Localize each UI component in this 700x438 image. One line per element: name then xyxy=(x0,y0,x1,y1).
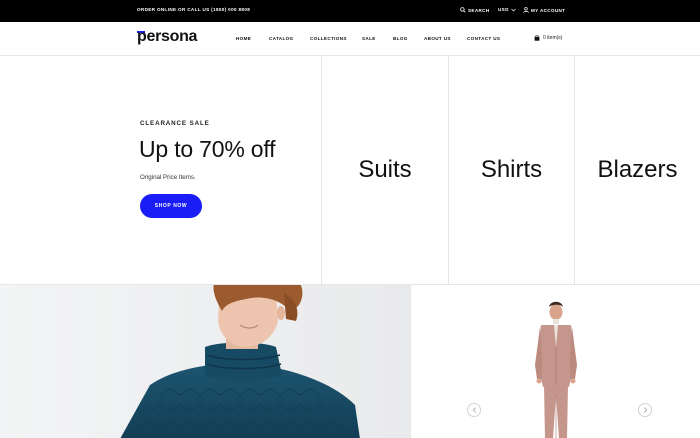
nav-blog[interactable]: BLOG xyxy=(393,36,408,41)
nav-sale[interactable]: SALE xyxy=(362,36,376,41)
slider-next-button[interactable] xyxy=(638,403,652,417)
model-turtleneck-image xyxy=(0,284,410,438)
hero-subtext: Original Price Items. xyxy=(140,174,196,181)
category-tile-blazers[interactable]: Blazers xyxy=(575,56,700,284)
order-phone-text: ORDER ONLINE OR CALL US (1800) 000 8808 xyxy=(137,7,251,12)
cart-link[interactable]: 0 item(s) xyxy=(534,35,562,41)
category-label: Suits xyxy=(358,156,412,183)
user-icon xyxy=(523,7,529,13)
cart-count: 0 item(s) xyxy=(543,35,563,41)
category-label: Shirts xyxy=(480,156,543,183)
suit-model-illustration xyxy=(411,285,700,438)
nav-collections[interactable]: COLLECTIONS xyxy=(310,36,347,41)
category-tile-shirts[interactable]: Shirts xyxy=(449,56,575,284)
nav-about-us[interactable]: ABOUT US xyxy=(424,36,451,41)
category-label: Blazers xyxy=(597,156,678,183)
chevron-left-icon xyxy=(472,407,476,413)
slider-prev-button[interactable] xyxy=(467,403,481,417)
model-illustration xyxy=(0,285,410,438)
nav-home[interactable]: HOME xyxy=(236,36,251,41)
hero-kicker: CLEARANCE SALE xyxy=(140,120,210,127)
nav-catalog[interactable]: CATALOG xyxy=(269,36,293,41)
nav-contact-us[interactable]: CONTACT US xyxy=(467,36,500,41)
chevron-right-icon xyxy=(643,407,647,413)
logo[interactable]: persona xyxy=(137,28,197,46)
currency-selector[interactable]: USD xyxy=(498,7,516,12)
currency-label: USD xyxy=(498,7,509,12)
account-link[interactable]: MY ACCOUNT xyxy=(523,7,565,13)
search-label: SEARCH xyxy=(468,7,490,13)
hero-banner xyxy=(0,56,322,284)
category-tile-suits[interactable]: Suits xyxy=(322,56,449,284)
hero-headline: Up to 70% off xyxy=(139,136,276,162)
search-icon xyxy=(460,7,466,13)
account-label: MY ACCOUNT xyxy=(531,7,566,13)
search-link[interactable]: SEARCH xyxy=(460,7,490,13)
product-suit-slider xyxy=(410,284,700,438)
main-header: persona HOME CATALOG COLLECTIONS SALE BL… xyxy=(0,22,700,56)
shopping-bag-icon xyxy=(534,35,540,41)
chevron-down-icon xyxy=(511,8,516,11)
top-bar: ORDER ONLINE OR CALL US (1800) 000 8808 … xyxy=(0,0,700,22)
shop-now-button[interactable]: SHOP NOW xyxy=(140,194,202,218)
